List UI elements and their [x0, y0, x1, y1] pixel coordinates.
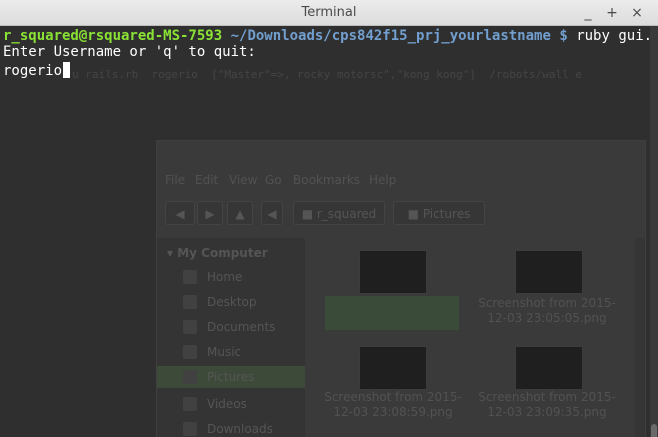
minimize-icon[interactable]: _ [579, 4, 597, 22]
maximize-icon[interactable]: + [603, 4, 621, 22]
close-icon[interactable]: × [628, 4, 646, 22]
output-line: Enter Username or 'q' to quit: [3, 44, 256, 60]
background-ghost-text: u rails.rb rogerio ["Master"=>, rocky mo… [72, 68, 582, 81]
scrollbar-thumb[interactable] [651, 424, 657, 437]
prompt-user: r_squared@rsquared-MS-7593 [3, 28, 223, 44]
text-cursor [63, 62, 71, 78]
terminal-window: File Edit View Go Bookmarks Help ◀ ▶ ▲ ◀… [0, 0, 658, 437]
titlebar[interactable]: Terminal _ + × [0, 0, 658, 26]
terminal-output[interactable]: u rails.rb rogerio ["Master"=>, rocky mo… [0, 26, 650, 437]
command-text: ruby gui.rb [576, 28, 650, 44]
prompt-symbol: $ [559, 28, 568, 44]
prompt-path: ~/Downloads/cps842f15_prj_yourlastname [230, 28, 551, 44]
input-value[interactable]: rogerio [3, 63, 62, 79]
input-line[interactable]: rogerio [3, 62, 71, 81]
window-title: Terminal [301, 5, 357, 20]
terminal-scrollbar[interactable] [650, 26, 658, 437]
